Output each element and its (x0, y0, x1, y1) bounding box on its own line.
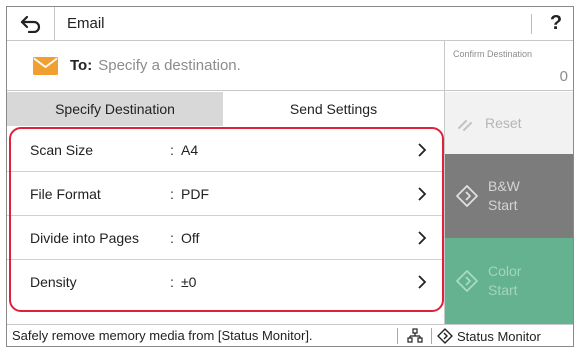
setting-value: Off (181, 230, 200, 246)
envelope-icon (33, 56, 58, 75)
status-message: Safely remove memory media from [Status … (12, 328, 313, 343)
reset-label: Reset (485, 115, 522, 131)
back-arrow-icon (20, 15, 40, 33)
setting-separator: : (170, 186, 174, 202)
setting-label: Density (30, 274, 77, 290)
chevron-right-icon (418, 231, 427, 245)
to-label: To: (70, 57, 93, 74)
setting-row-scan-size[interactable]: Scan Size : A4 (7, 128, 444, 172)
color-start-button[interactable]: Color Start (445, 238, 573, 324)
confirm-destination-button[interactable]: Confirm Destination 0 (445, 41, 573, 91)
confirm-destination-label: Confirm Destination (453, 49, 533, 59)
color-start-label-line1: Color (488, 263, 522, 279)
page-title: Email (67, 15, 105, 32)
bw-start-button[interactable]: B&W Start (445, 154, 573, 238)
setting-row-divide-into-pages[interactable]: Divide into Pages : Off (7, 216, 444, 260)
status-bar: Safely remove memory media from [Status … (7, 324, 573, 346)
divider (431, 328, 432, 344)
destination-placeholder: Specify a destination. (98, 57, 241, 74)
destination-field[interactable]: To: Specify a destination. (7, 41, 444, 91)
setting-separator: : (170, 142, 174, 158)
setting-separator: : (170, 230, 174, 246)
chevron-right-icon (418, 275, 427, 289)
bw-start-label-line2: Start (488, 197, 518, 213)
start-icon (456, 185, 478, 207)
top-bar: Email ? (7, 7, 573, 41)
status-monitor-button[interactable]: Status Monitor (437, 325, 541, 346)
action-panel: Confirm Destination 0 Reset B&W Start Co… (444, 41, 573, 324)
back-button[interactable] (7, 7, 55, 40)
setting-label: Divide into Pages (30, 230, 139, 246)
tab-bar: Specify Destination Send Settings (7, 92, 444, 126)
bw-start-label-line1: B&W (488, 178, 520, 194)
destination-count: 0 (559, 68, 568, 85)
settings-list: Scan Size : A4 File Format : PDF Divide … (7, 126, 444, 324)
setting-label: Scan Size (30, 142, 94, 158)
setting-value: A4 (181, 142, 199, 158)
chevron-right-icon (418, 143, 427, 157)
tab-send-settings[interactable]: Send Settings (223, 92, 444, 126)
chevron-right-icon (418, 187, 427, 201)
reset-icon (458, 120, 472, 131)
bw-start-label: B&W Start (488, 177, 520, 215)
setting-row-file-format[interactable]: File Format : PDF (7, 172, 444, 216)
setting-separator: : (170, 274, 174, 290)
status-monitor-icon (437, 328, 453, 344)
reset-button[interactable]: Reset (445, 92, 573, 154)
divider (531, 14, 532, 34)
network-icon (407, 328, 423, 343)
color-start-label-line2: Start (488, 282, 518, 298)
setting-label: File Format (30, 186, 101, 202)
color-start-label: Color Start (488, 262, 521, 300)
setting-row-density[interactable]: Density : ±0 (7, 260, 444, 304)
divider (397, 328, 398, 344)
tab-specify-destination[interactable]: Specify Destination (7, 92, 223, 126)
setting-value: PDF (181, 186, 209, 202)
status-monitor-label: Status Monitor (457, 328, 541, 344)
setting-value: ±0 (181, 274, 197, 290)
help-button[interactable]: ? (539, 7, 573, 40)
screen-frame: Email ? To: Specify a destination. Confi… (6, 6, 574, 347)
start-icon (456, 270, 478, 292)
